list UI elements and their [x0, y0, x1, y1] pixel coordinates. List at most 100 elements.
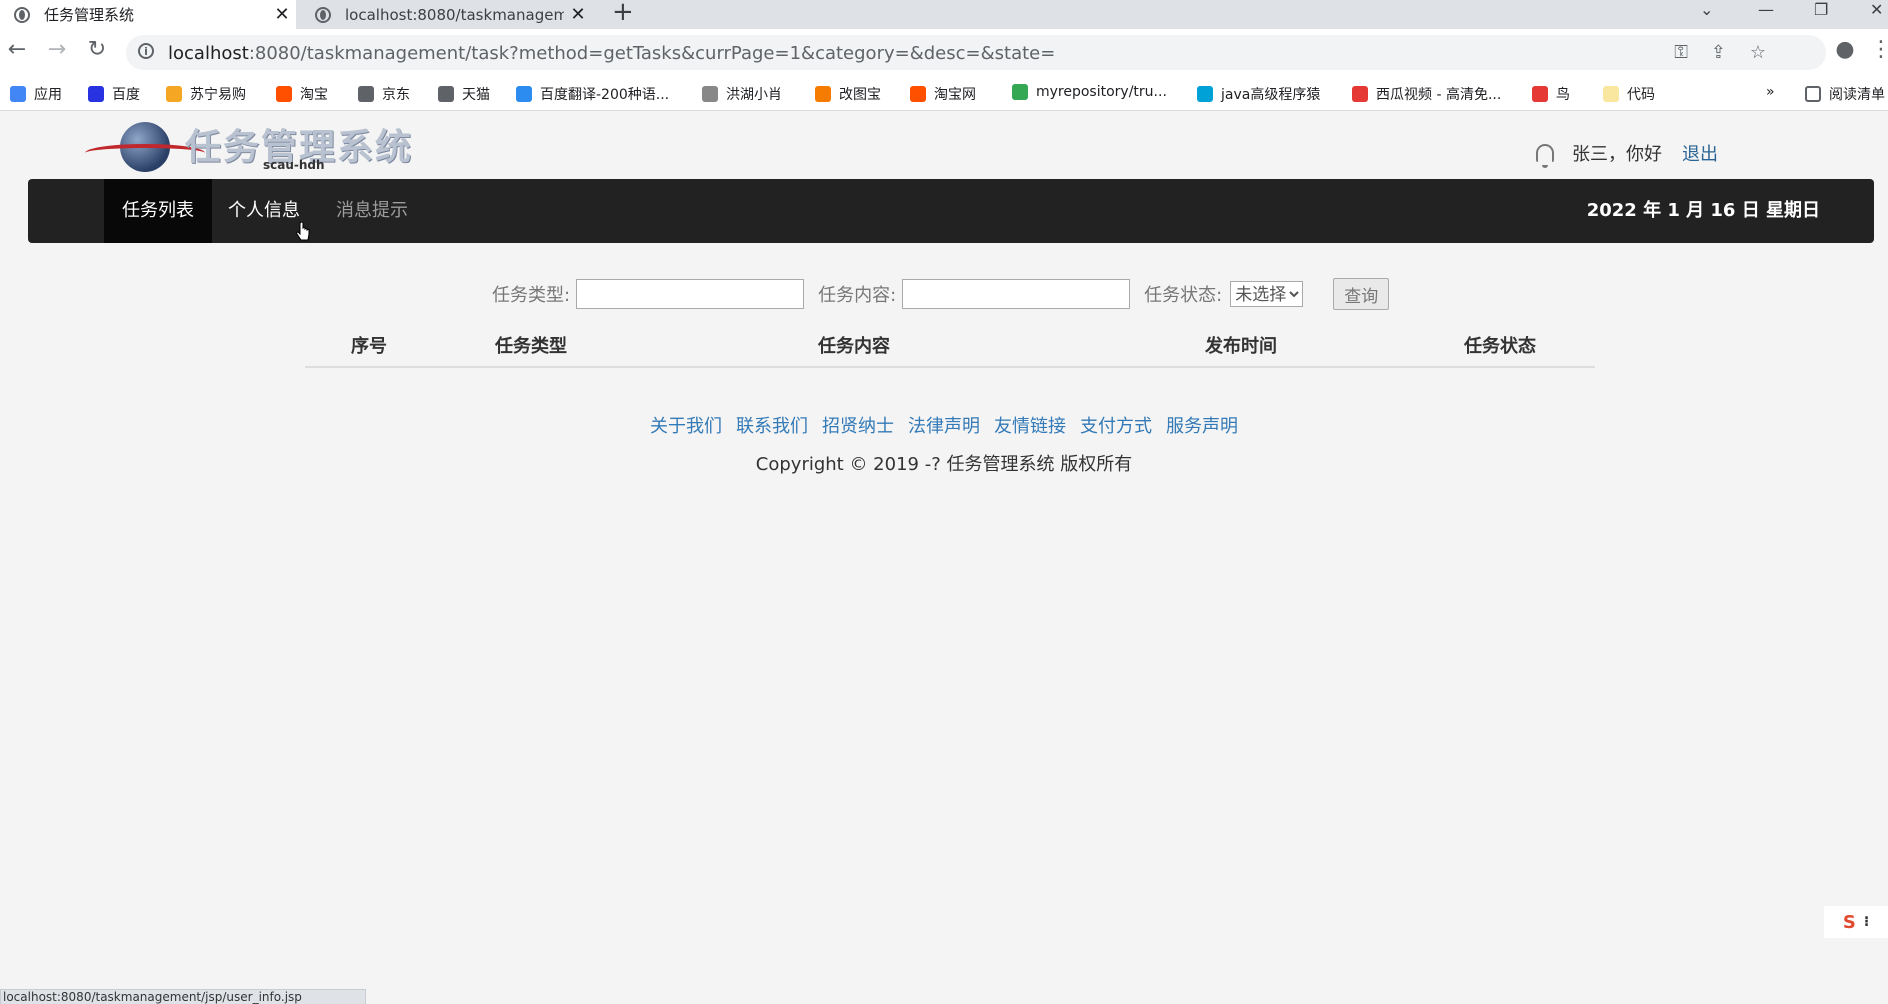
bookmark-label: 百度: [112, 87, 140, 103]
bookmarks-more-button[interactable]: »: [1766, 84, 1775, 100]
tab-localhost[interactable]: localhost:8080/taskmanageme ✕: [305, 0, 592, 29]
ime-indicator[interactable]: S ⁝: [1824, 906, 1888, 938]
restore-button[interactable]: ❐: [1814, 0, 1828, 29]
reading-list-button[interactable]: 阅读清单: [1805, 84, 1885, 104]
close-tab-icon[interactable]: ✕: [268, 4, 296, 25]
bookmark-item[interactable]: 百度翻译-200种语...: [516, 84, 669, 104]
bookmark-item[interactable]: 洪湖小肖: [702, 84, 782, 104]
task-content-input[interactable]: [902, 279, 1131, 309]
sogou-ime-icon: S: [1842, 911, 1856, 933]
back-arrow-icon[interactable]: ←: [2, 37, 32, 62]
new-tab-button[interactable]: +: [612, 0, 634, 29]
bookmark-favicon-icon: [88, 86, 104, 102]
key-icon[interactable]: ⚿: [1674, 42, 1688, 63]
bookmark-favicon-icon: [1603, 86, 1619, 102]
browser-toolbar: ← → ↻ i localhost:8080/taskmanagement/ta…: [0, 29, 1888, 75]
logout-link[interactable]: 退出: [1682, 140, 1718, 166]
task-state-label: 任务状态:: [1144, 285, 1223, 306]
column-header-content: 任务内容: [818, 336, 890, 357]
more-label: »: [1766, 84, 1775, 100]
share-icon[interactable]: ⇪: [1711, 42, 1726, 63]
bookmark-favicon-icon: [438, 86, 454, 102]
bookmark-label: 苏宁易购: [190, 87, 246, 103]
bookmark-label: 京东: [382, 87, 410, 103]
user-bar: 张三，你好 退出: [1536, 140, 1718, 168]
bookmark-label: java高级程序猿: [1221, 87, 1321, 103]
bookmark-star-icon[interactable]: ☆: [1750, 42, 1766, 63]
bookmark-label: 淘宝: [300, 87, 328, 103]
footer-link-service[interactable]: 服务声明: [1166, 416, 1238, 437]
menu-kebab-icon[interactable]: ⋮: [1866, 37, 1888, 62]
bookmark-item[interactable]: 应用: [10, 84, 62, 104]
bookmark-label: 改图宝: [839, 87, 881, 103]
footer-link-friends[interactable]: 友情链接: [994, 416, 1066, 437]
query-button[interactable]: 查询: [1333, 278, 1390, 310]
column-header-state: 任务状态: [1464, 336, 1536, 357]
bookmark-label: 淘宝网: [934, 87, 976, 103]
footer-link-jobs[interactable]: 招贤纳士: [822, 416, 894, 437]
close-tab-icon[interactable]: ✕: [564, 4, 592, 25]
task-type-input[interactable]: [576, 279, 805, 309]
bookmark-favicon-icon: [276, 86, 292, 102]
bookmark-item[interactable]: 西瓜视频 - 高清免...: [1352, 84, 1501, 104]
bookmark-item[interactable]: 苏宁易购: [166, 84, 246, 104]
bookmark-item[interactable]: 淘宝: [276, 84, 328, 104]
globe-icon: [315, 6, 331, 23]
bookmark-label: 西瓜视频 - 高清免...: [1376, 87, 1502, 103]
url-path: :8080/taskmanagement/task?method=getTask…: [248, 43, 1056, 64]
column-header-type: 任务类型: [495, 336, 567, 357]
minimize-button[interactable]: —: [1758, 0, 1774, 29]
logo-subtext: scau-hdh: [263, 158, 325, 172]
bookmark-favicon-icon: [516, 86, 532, 102]
reload-icon[interactable]: ↻: [82, 37, 112, 62]
forward-arrow-icon[interactable]: →: [42, 37, 72, 62]
address-bar[interactable]: i localhost:8080/taskmanagement/task?met…: [126, 35, 1826, 70]
nav-messages[interactable]: 消息提示: [318, 179, 426, 243]
footer-link-legal[interactable]: 法律声明: [908, 416, 980, 437]
site-logo[interactable]: 任务管理系统 scau-hdh: [85, 118, 415, 174]
bookmark-item[interactable]: myrepository/tru...: [1012, 84, 1167, 100]
tab-search-icon[interactable]: ⌄: [1700, 0, 1713, 29]
globe-icon: [14, 6, 30, 23]
task-content-label: 任务内容:: [818, 285, 897, 306]
current-date: 2022 年 1 月 16 日 星期日: [1586, 200, 1820, 221]
bookmark-item[interactable]: 百度: [88, 84, 140, 104]
bookmark-label: 应用: [34, 87, 62, 103]
site-info-icon[interactable]: i: [138, 43, 154, 59]
close-window-button[interactable]: ✕: [1870, 0, 1883, 29]
hand-cursor-icon: [296, 222, 310, 241]
nav-task-list[interactable]: 任务列表: [104, 179, 212, 243]
bookmark-favicon-icon: [1532, 86, 1548, 102]
tab-title: 任务管理系统: [44, 6, 135, 24]
task-table-header: 序号 任务类型 任务内容 发布时间 任务状态: [305, 322, 1595, 368]
bell-icon[interactable]: [1536, 144, 1554, 168]
bookmark-item[interactable]: 改图宝: [815, 84, 881, 104]
footer-link-payment[interactable]: 支付方式: [1080, 416, 1152, 437]
bookmark-favicon-icon: [1197, 86, 1213, 102]
copyright-text: Copyright © 2019 -? 任务管理系统 版权所有: [755, 454, 1133, 475]
task-state-select[interactable]: 未选择: [1230, 281, 1304, 307]
bookmark-favicon-icon: [1352, 86, 1368, 102]
bookmark-label: 百度翻译-200种语...: [540, 87, 670, 103]
tab-title: localhost:8080/taskmanageme: [345, 5, 564, 24]
ime-menu-icon[interactable]: ⁝: [1864, 914, 1869, 930]
bookmark-item[interactable]: 鸟: [1532, 84, 1570, 104]
footer-link-contact[interactable]: 联系我们: [736, 416, 808, 437]
tab-task-management[interactable]: 任务管理系统 ✕: [0, 0, 296, 29]
bookmark-favicon-icon: [1012, 84, 1028, 100]
bookmark-item[interactable]: java高级程序猿: [1197, 84, 1320, 104]
bookmark-favicon-icon: [10, 86, 26, 102]
footer-link-about[interactable]: 关于我们: [650, 416, 722, 437]
reading-list-label: 阅读清单: [1829, 87, 1885, 103]
bookmark-item[interactable]: 天猫: [438, 84, 490, 104]
column-header-index: 序号: [351, 336, 387, 357]
profile-avatar-icon[interactable]: ●: [1830, 37, 1860, 62]
bookmark-item[interactable]: 淘宝网: [910, 84, 976, 104]
url-text[interactable]: localhost:8080/taskmanagement/task?metho…: [168, 43, 1055, 64]
bookmark-label: myrepository/tru...: [1036, 84, 1167, 100]
bookmark-item[interactable]: 代码: [1603, 84, 1655, 104]
bookmark-label: 洪湖小肖: [726, 87, 782, 103]
bookmark-favicon-icon: [166, 86, 182, 102]
bookmark-item[interactable]: 京东: [358, 84, 410, 104]
bookmark-favicon-icon: [358, 86, 374, 102]
